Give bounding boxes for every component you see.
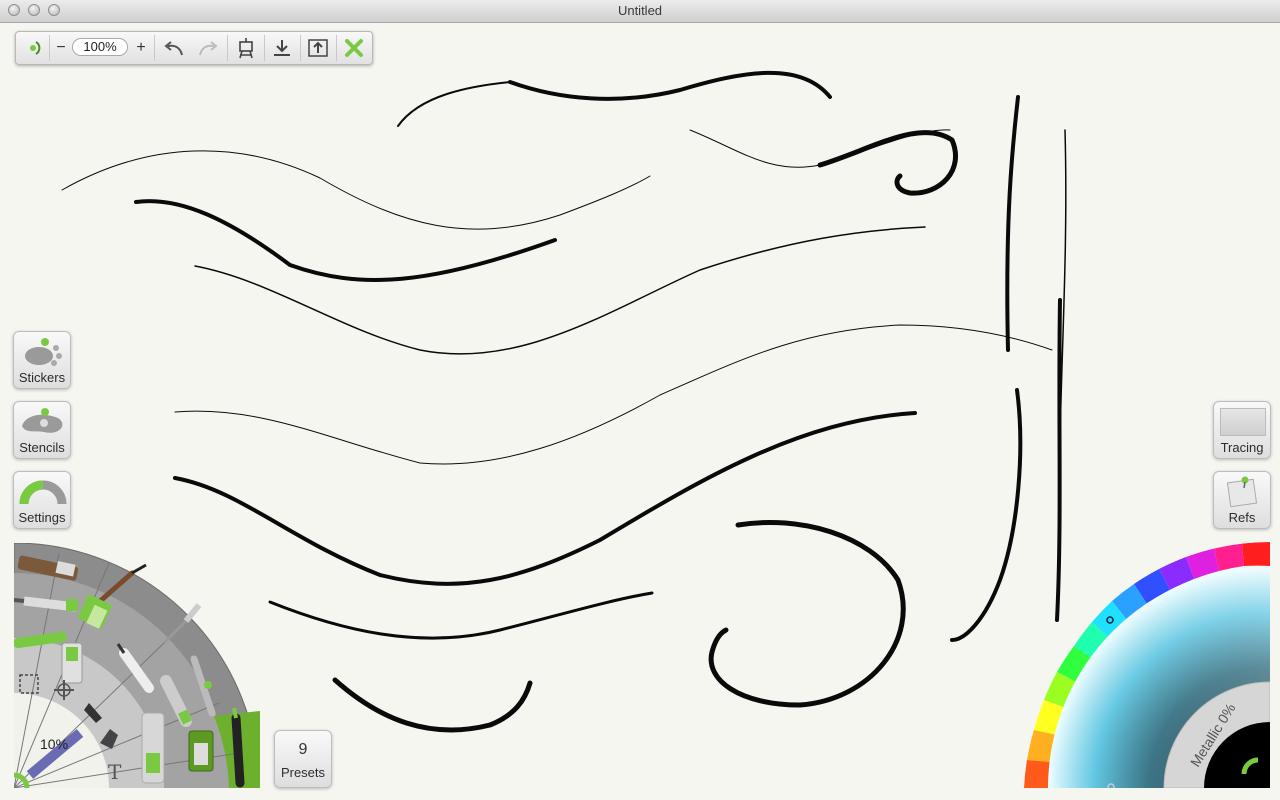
stickers-button[interactable]: Stickers xyxy=(13,331,71,389)
presets-button[interactable]: 9 Presets xyxy=(274,730,332,788)
close-icon xyxy=(345,39,363,57)
paint-roller-tool[interactable] xyxy=(61,642,83,684)
stencils-label: Stencils xyxy=(19,440,65,455)
ink-stroke xyxy=(508,70,832,101)
stickers-label: Stickers xyxy=(18,370,66,385)
tracing-label: Tracing xyxy=(1220,440,1264,455)
ink-stroke xyxy=(397,81,511,127)
menu-button[interactable] xyxy=(20,32,46,64)
ink-stroke xyxy=(950,388,1023,642)
settings-button[interactable]: Settings xyxy=(13,471,71,529)
tracing-button[interactable]: Tracing xyxy=(1213,401,1271,459)
settings-label: Settings xyxy=(18,510,66,525)
easel-button[interactable] xyxy=(230,32,262,64)
ink-stroke xyxy=(174,324,1053,465)
stencils-button[interactable]: Stencils xyxy=(13,401,71,459)
menu-icon xyxy=(30,41,41,55)
export-icon xyxy=(308,39,328,57)
export-button[interactable] xyxy=(302,32,334,64)
undo-icon xyxy=(164,41,183,56)
top-toolbar: − 100% + xyxy=(15,31,373,65)
redo-icon xyxy=(199,41,218,56)
zoom-field[interactable]: 100% xyxy=(72,38,128,56)
import-icon xyxy=(274,40,290,56)
ink-stroke xyxy=(1005,95,1020,352)
tracing-icon xyxy=(1220,408,1266,436)
presets-label: Presets xyxy=(280,765,326,780)
ink-stroke xyxy=(268,591,654,640)
undo-button[interactable] xyxy=(158,32,190,64)
glue-tube-tool[interactable] xyxy=(141,712,165,784)
ink-stroke xyxy=(194,226,926,355)
clear-canvas-button[interactable] xyxy=(338,32,370,64)
presets-count: 9 xyxy=(298,741,308,758)
redo-button[interactable] xyxy=(192,32,224,64)
refs-button[interactable]: Refs xyxy=(1213,471,1271,529)
pushpin-note-icon xyxy=(1226,476,1258,508)
import-button[interactable] xyxy=(266,32,298,64)
pastel-tool[interactable] xyxy=(14,632,67,648)
brush-size-value: 10% xyxy=(40,736,68,752)
easel-icon xyxy=(239,38,253,59)
zoom-out-button[interactable]: − xyxy=(52,32,70,64)
title-bar: Untitled xyxy=(0,0,1280,23)
refs-label: Refs xyxy=(1228,510,1256,525)
ink-stroke xyxy=(332,677,533,733)
settings-gauge-icon xyxy=(19,480,67,505)
ink-pen-tool[interactable] xyxy=(231,707,245,788)
text-tool-icon[interactable]: T xyxy=(108,760,122,784)
ink-stroke xyxy=(817,130,958,196)
paint-bottle-tool[interactable] xyxy=(188,730,214,772)
stencils-icon xyxy=(22,408,63,433)
ink-stroke xyxy=(61,150,651,230)
ink-stroke xyxy=(173,411,917,586)
ink-stroke xyxy=(134,199,557,282)
ink-stroke xyxy=(708,520,906,708)
zoom-in-button[interactable]: + xyxy=(132,32,150,64)
color-picker[interactable]: Metallic 0% xyxy=(1024,542,1270,788)
stickers-icon xyxy=(25,338,62,366)
window-title: Untitled xyxy=(617,3,663,18)
tool-wheel[interactable]: T 10% xyxy=(14,543,260,788)
